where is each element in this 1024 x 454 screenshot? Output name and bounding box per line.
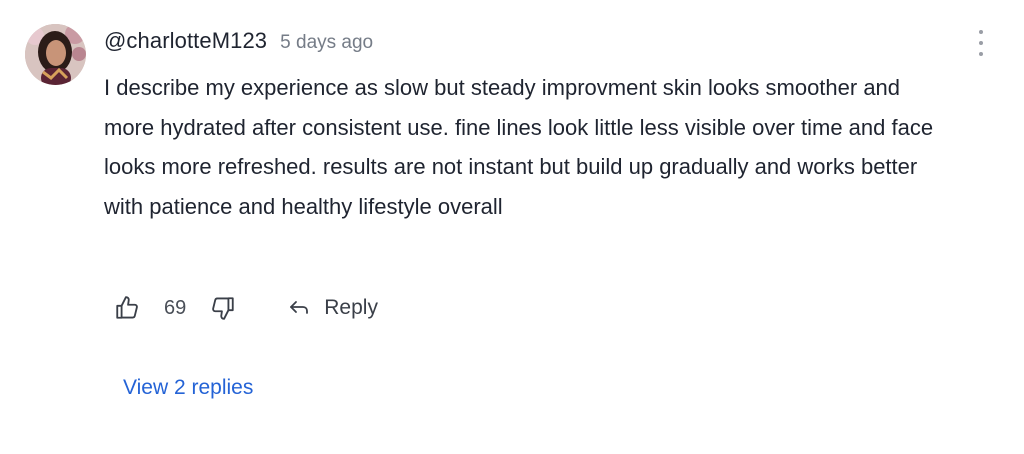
thumbs-up-icon (116, 296, 138, 319)
like-count: 69 (164, 296, 187, 319)
comment-card: @charlotteM123 5 days ago I describe my … (0, 0, 1024, 454)
comment-header: @charlotteM123 5 days ago (104, 28, 373, 58)
reply-button[interactable]: Reply (288, 296, 378, 320)
comment-text: I describe my experience as slow but ste… (104, 75, 934, 219)
dislike-button[interactable] (210, 295, 236, 321)
reply-arrow-icon (290, 301, 309, 314)
view-replies-link[interactable]: View 2 replies (123, 376, 253, 400)
comment-actions: 69 Reply (114, 290, 378, 326)
avatar[interactable] (25, 24, 86, 85)
more-vertical-icon-dot (979, 41, 983, 45)
thumbs-down-icon (212, 297, 234, 320)
more-vertical-icon (979, 30, 983, 34)
more-vertical-icon-dot (979, 52, 983, 56)
like-button[interactable] (114, 295, 140, 321)
more-options-button[interactable] (970, 30, 992, 56)
username-link[interactable]: @charlotteM123 (104, 28, 267, 54)
avatar-image (25, 24, 86, 85)
comment-timestamp[interactable]: 5 days ago (280, 32, 373, 54)
reply-label: Reply (324, 296, 378, 319)
